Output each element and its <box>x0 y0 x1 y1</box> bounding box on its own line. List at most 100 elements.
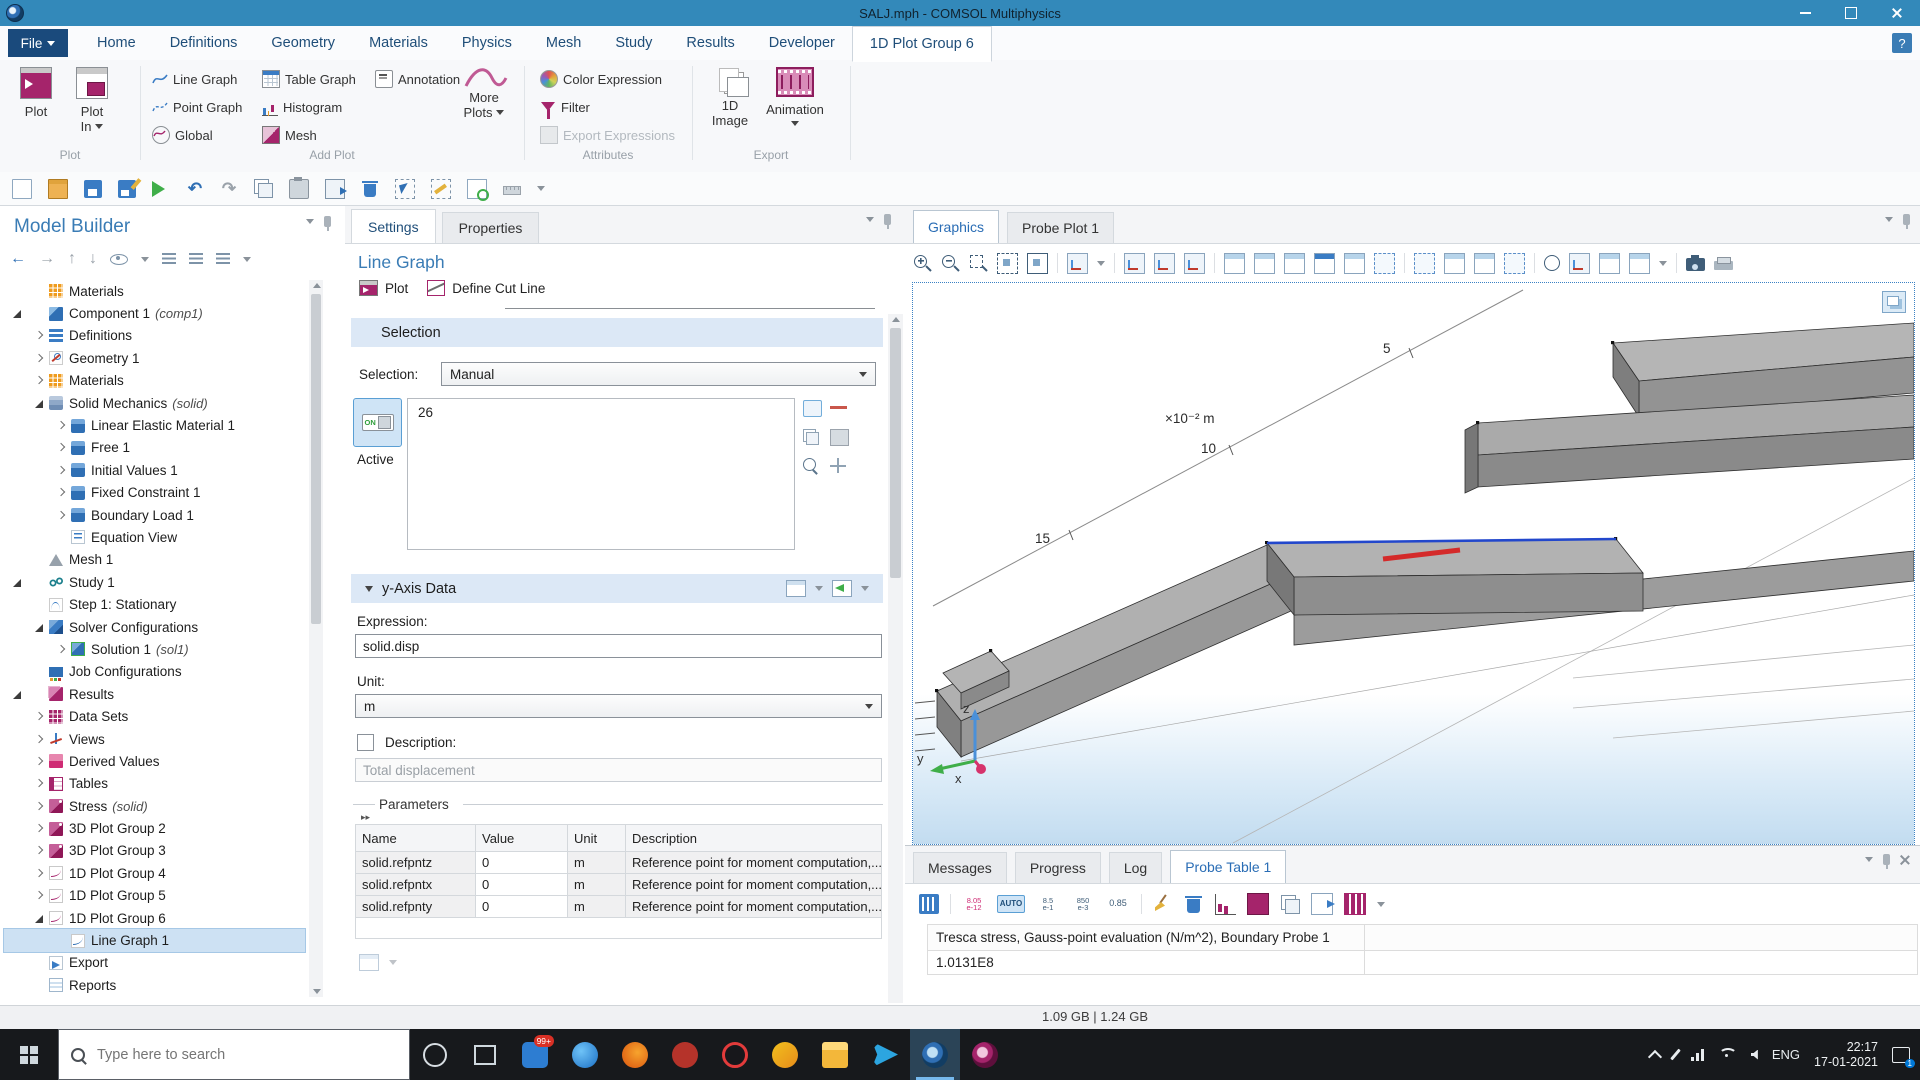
tree-item-results[interactable]: Results <box>4 683 305 705</box>
zoom-to-selection-icon[interactable] <box>1027 253 1048 274</box>
1d-image-button[interactable]: 1D Image <box>704 64 756 144</box>
chevron-down-icon[interactable] <box>815 586 823 591</box>
filter-button[interactable]: Filter <box>540 96 590 118</box>
action-center-icon[interactable]: 1 <box>1892 1047 1910 1063</box>
tree-item-3d-plot-group-2[interactable]: 3D Plot Group 2 <box>4 817 305 839</box>
active-toggle-button[interactable]: ON <box>353 398 402 447</box>
collapse-arrow-icon[interactable] <box>32 373 47 388</box>
duplicate-icon[interactable] <box>325 179 345 199</box>
insert-expression-icon[interactable] <box>832 580 852 597</box>
graphics-canvas[interactable]: 5 ×10⁻² m 10 15 z y x <box>912 282 1915 845</box>
pin-icon[interactable] <box>884 214 891 225</box>
pen-icon[interactable] <box>1670 1049 1681 1061</box>
taskbar-search[interactable] <box>58 1029 410 1080</box>
taskbar-app-firefox[interactable] <box>610 1029 660 1080</box>
expand-arrow-icon[interactable] <box>10 687 25 702</box>
panel-menu-icon[interactable] <box>866 217 874 222</box>
probe-table-header-empty[interactable] <box>1365 925 1918 951</box>
tab-physics[interactable]: Physics <box>445 26 529 60</box>
graphics-context-button[interactable] <box>1882 291 1906 313</box>
scene-light-icon[interactable] <box>1444 253 1465 274</box>
volume-icon[interactable] <box>1751 1050 1758 1060</box>
define-cut-line-button[interactable]: Define Cut Line <box>452 281 545 296</box>
move-selection-icon[interactable] <box>830 458 847 473</box>
tree-item-solution-1[interactable]: Solution 1(sol1) <box>4 638 305 660</box>
taskbar-app-kodi[interactable] <box>760 1029 810 1080</box>
restore-window-icon[interactable] <box>1344 253 1365 274</box>
selection-combo[interactable]: Manual <box>441 362 876 386</box>
selection-section-header[interactable]: Selection <box>351 318 883 347</box>
animation-button[interactable]: Animation <box>764 64 826 144</box>
activate-selection-icon[interactable] <box>803 400 822 417</box>
pin-icon[interactable] <box>324 216 331 227</box>
tree-scrollbar[interactable] <box>309 280 323 997</box>
chevron-down-icon[interactable] <box>389 960 397 965</box>
point-graph-button[interactable]: Point Graph <box>152 96 242 118</box>
tab-probe-plot-1[interactable]: Probe Plot 1 <box>1007 212 1114 243</box>
description-checkbox[interactable] <box>357 734 374 751</box>
toolbar-overflow-icon[interactable] <box>537 186 545 191</box>
view-yz-icon[interactable] <box>1154 253 1175 274</box>
histogram-button[interactable]: Histogram <box>262 96 342 118</box>
table-row[interactable]: 1.0131E8 <box>928 951 1918 975</box>
start-button[interactable] <box>0 1029 58 1080</box>
tree-item-geometry-1[interactable]: Geometry 1 <box>4 347 305 369</box>
show-axes-icon[interactable] <box>1629 253 1650 274</box>
clipping-icon[interactable] <box>1504 253 1525 274</box>
orientation-icon[interactable] <box>1569 253 1590 274</box>
replace-expression-icon[interactable] <box>786 580 806 597</box>
collapse-arrow-icon[interactable] <box>32 351 47 366</box>
collapse-arrow-icon[interactable] <box>32 888 47 903</box>
collapse-arrow-icon[interactable] <box>54 463 69 478</box>
full-precision-button[interactable]: 8.05e-12 <box>962 897 986 912</box>
transparency-icon[interactable] <box>1474 253 1495 274</box>
tree-item-free-1[interactable]: Free 1 <box>4 437 305 459</box>
measure-icon[interactable] <box>503 180 521 198</box>
plot-action-button[interactable]: Plot <box>385 281 408 296</box>
color-expression-button[interactable]: Color Expression <box>540 68 662 90</box>
tab-mesh[interactable]: Mesh <box>529 26 598 60</box>
tab-1d-plot-group-6[interactable]: 1D Plot Group 6 <box>852 26 992 62</box>
tree-item-data-sets[interactable]: Data Sets <box>4 705 305 727</box>
plot-in-button[interactable]: Plot In <box>66 64 118 144</box>
engineering-notation-button[interactable]: 850e-3 <box>1071 897 1095 912</box>
collapse-arrow-icon[interactable] <box>32 754 47 769</box>
expression-input[interactable]: solid.disp <box>355 634 882 658</box>
maximize-window-icon[interactable] <box>1314 253 1335 274</box>
move-up-icon[interactable]: ↑ <box>68 250 76 268</box>
run-icon[interactable] <box>152 180 170 198</box>
open-file-icon[interactable] <box>48 179 68 199</box>
probe-table-header[interactable]: Tresca stress, Gauss-point evaluation (N… <box>928 925 1365 951</box>
show-grid-icon[interactable] <box>1599 253 1620 274</box>
tree-item-initial-values-1[interactable]: Initial Values 1 <box>4 459 305 481</box>
go-to-default-view-icon[interactable] <box>1067 253 1088 274</box>
y-axis-data-section-header[interactable]: y-Axis Data <box>351 574 883 603</box>
tab-definitions[interactable]: Definitions <box>153 26 255 60</box>
tree-item-derived-values[interactable]: Derived Values <box>4 750 305 772</box>
taskbar-app-opera[interactable] <box>710 1029 760 1080</box>
select-box-icon[interactable] <box>395 179 415 199</box>
single-window-icon[interactable] <box>1224 253 1245 274</box>
taskbar-app-comsol-2[interactable] <box>960 1029 1010 1080</box>
undo-icon[interactable]: ↶ <box>186 180 204 198</box>
tree-item-line-graph-1[interactable]: Line Graph 1 <box>4 929 305 951</box>
taskbar-app-edge[interactable] <box>560 1029 610 1080</box>
tree-item-study-1[interactable]: Study 1 <box>4 571 305 593</box>
copy-icon[interactable] <box>258 183 273 198</box>
probe-table-settings-icon[interactable] <box>919 894 939 914</box>
chevron-down-icon[interactable] <box>1659 261 1667 266</box>
col-header-unit[interactable]: Unit <box>568 825 626 852</box>
tab-study[interactable]: Study <box>598 26 669 60</box>
collapse-arrow-icon[interactable] <box>32 799 47 814</box>
export-table-icon[interactable] <box>1311 893 1333 915</box>
annotation-button[interactable]: Annotation <box>375 68 460 90</box>
table-graph-button[interactable]: Table Graph <box>262 68 356 90</box>
remove-from-selection-icon[interactable] <box>830 400 847 415</box>
tree-item-reports[interactable]: Reports <box>4 974 305 996</box>
taskbar-app-red[interactable] <box>660 1029 710 1080</box>
chevron-down-icon[interactable] <box>141 257 149 262</box>
table-display-icon[interactable] <box>1344 893 1366 915</box>
panel-menu-icon[interactable] <box>1885 217 1893 222</box>
close-button[interactable] <box>1874 0 1920 26</box>
delete-table-icon[interactable] <box>1184 894 1204 914</box>
